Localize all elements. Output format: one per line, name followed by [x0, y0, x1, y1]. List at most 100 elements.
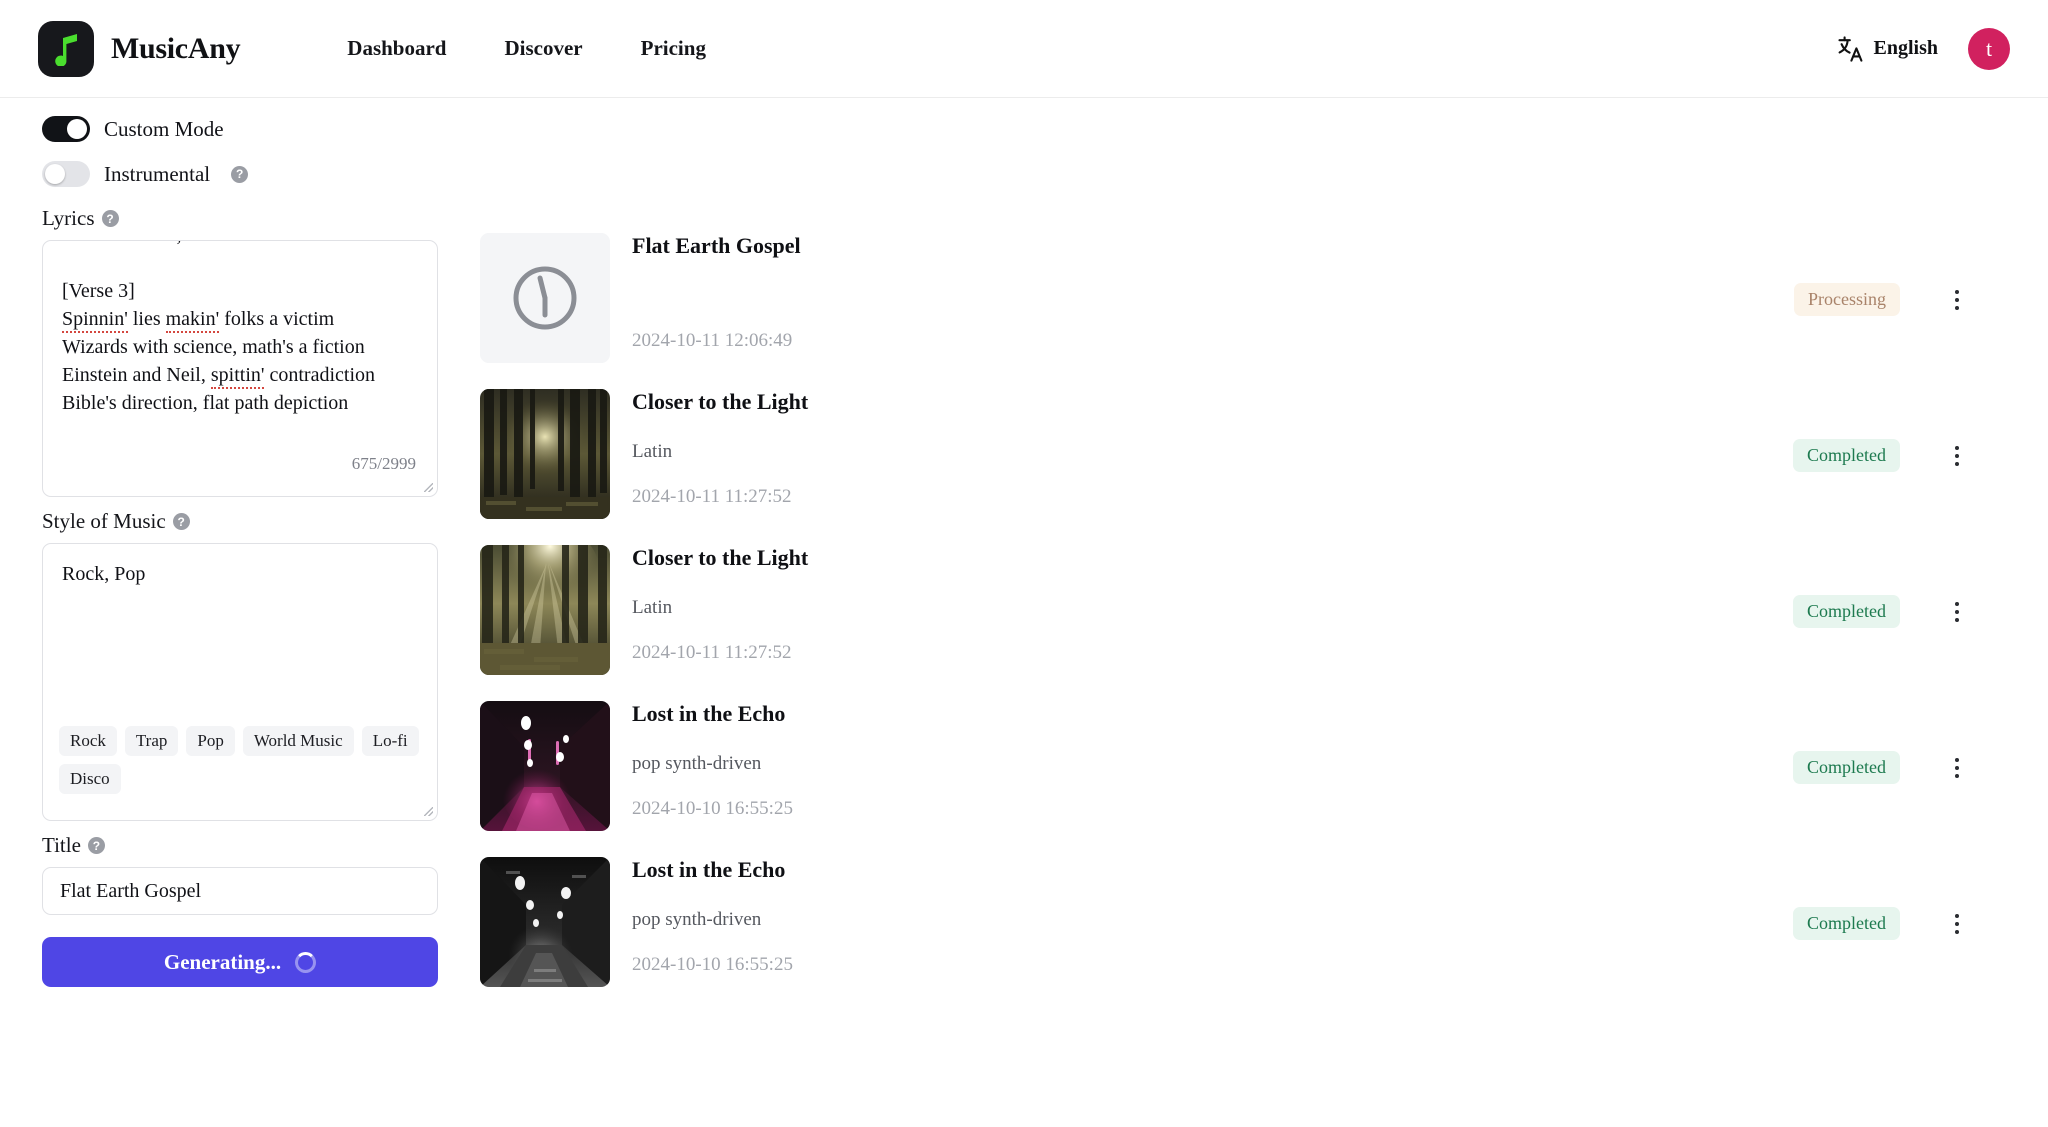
- track-menu-icon[interactable]: [1946, 285, 1968, 315]
- track-title: Lost in the Echo: [632, 701, 786, 726]
- header-actions: English t: [1837, 27, 2010, 70]
- track-thumbnail[interactable]: [480, 545, 610, 675]
- track-title: Closer to the Light: [632, 545, 809, 570]
- genre-tag-rock[interactable]: Rock: [59, 726, 117, 756]
- genre-tag-disco[interactable]: Disco: [59, 764, 121, 794]
- track-thumbnail[interactable]: [480, 857, 610, 987]
- track-info: Closer to the Light Latin 2024-10-11 11:…: [632, 389, 1793, 519]
- track-date: 2024-10-11 12:06:49: [632, 330, 793, 351]
- instrumental-toggle[interactable]: [42, 161, 90, 187]
- language-selector[interactable]: English: [1837, 35, 1938, 63]
- lyrics-resize-handle[interactable]: [421, 480, 435, 494]
- forest-light-artwork-icon: [480, 545, 610, 675]
- generate-button[interactable]: Generating...: [42, 937, 438, 987]
- track-style: Latin: [632, 441, 673, 462]
- loading-spinner-icon: [295, 951, 317, 973]
- style-textarea[interactable]: Rock, Pop 9/120 Rock Trap Pop World Musi…: [42, 543, 438, 821]
- nav-item-discover[interactable]: Discover: [475, 26, 611, 71]
- track-row[interactable]: Flat Earth Gospel 2024-10-11 12:06:49 Pr…: [480, 233, 2048, 376]
- style-content: Rock, Pop: [62, 563, 146, 585]
- track-thumbnail[interactable]: [480, 701, 610, 831]
- lyrics-l1a: Spinnin': [62, 308, 128, 333]
- custom-mode-toggle[interactable]: [42, 116, 90, 142]
- nav-item-dashboard[interactable]: Dashboard: [318, 26, 475, 71]
- title-label-row: Title ?: [42, 833, 438, 858]
- lyrics-l1c: makin': [165, 308, 220, 333]
- app-header: MusicAny Dashboard Discover Pricing Engl…: [0, 0, 2048, 98]
- alley-mono-artwork-icon: [480, 857, 610, 987]
- lyrics-counter: 675/2999: [351, 454, 416, 473]
- track-menu-icon[interactable]: [1946, 909, 1968, 939]
- logo-badge: [38, 20, 94, 77]
- track-info: Closer to the Light Latin 2024-10-11 11:…: [632, 545, 1793, 675]
- nav-item-pricing[interactable]: Pricing: [612, 26, 735, 71]
- track-date: 2024-10-11 11:27:52: [632, 486, 792, 507]
- track-menu-icon[interactable]: [1946, 597, 1968, 627]
- track-thumbnail[interactable]: [480, 389, 610, 519]
- track-style: pop synth-driven: [632, 909, 762, 930]
- translate-icon: [1837, 35, 1862, 62]
- track-actions: Completed: [1793, 701, 1968, 784]
- track-row[interactable]: Closer to the Light Latin 2024-10-11 11:…: [480, 545, 2048, 688]
- track-actions: Completed: [1793, 389, 1968, 472]
- track-title: Lost in the Echo: [632, 857, 786, 882]
- track-thumbnail[interactable]: [480, 233, 610, 363]
- lyrics-textarea[interactable]: Truth's eternal, let the flat earth whis…: [42, 240, 438, 497]
- lyrics-clipped-line: Truth's eternal, let the flat earth whis…: [62, 241, 375, 246]
- lyrics-content: Truth's eternal, let the flat earth whis…: [62, 241, 418, 417]
- genre-tag-world-music[interactable]: World Music: [242, 726, 354, 756]
- title-input[interactable]: Flat Earth Gospel: [42, 867, 438, 915]
- track-date: 2024-10-10 16:55:25: [632, 954, 793, 975]
- style-label: Style of Music: [42, 509, 166, 533]
- music-note-icon: [55, 33, 77, 66]
- lyrics-verse-marker: [Verse 3]: [62, 280, 135, 302]
- genre-tag-lo-fi[interactable]: Lo-fi: [361, 726, 419, 756]
- track-style: Latin: [632, 597, 673, 618]
- generate-button-label: Generating...: [163, 949, 282, 974]
- track-info: Lost in the Echo pop synth-driven 2024-1…: [632, 701, 1793, 831]
- title-label: Title: [42, 833, 81, 857]
- track-list: Flat Earth Gospel 2024-10-11 12:06:49 Pr…: [480, 98, 2048, 1013]
- status-badge: Completed: [1793, 751, 1900, 784]
- brand-logo[interactable]: MusicAny: [38, 20, 241, 77]
- style-label-row: Style of Music ?: [42, 509, 438, 534]
- track-style: pop synth-driven: [632, 753, 762, 774]
- track-actions: Completed: [1793, 545, 1968, 628]
- lyrics-l3b: spittin': [210, 364, 265, 389]
- title-help-icon[interactable]: ?: [87, 837, 105, 854]
- genre-tag-pop[interactable]: Pop: [186, 726, 235, 756]
- lyrics-l2: Wizards with science, math's a fiction: [62, 336, 365, 358]
- genre-tag-trap[interactable]: Trap: [124, 726, 179, 756]
- instrumental-help-icon[interactable]: ?: [231, 165, 249, 183]
- lyrics-label: Lyrics: [42, 206, 95, 230]
- lyrics-label-row: Lyrics ?: [42, 206, 438, 231]
- custom-mode-label: Custom Mode: [104, 116, 224, 141]
- lyrics-l1d: folks a victim: [219, 308, 335, 330]
- status-badge: Processing: [1794, 283, 1900, 316]
- instrumental-label: Instrumental: [104, 161, 211, 186]
- track-row[interactable]: Closer to the Light Latin 2024-10-11 11:…: [480, 389, 2048, 532]
- track-menu-icon[interactable]: [1946, 753, 1968, 783]
- track-date: 2024-10-11 11:27:52: [632, 642, 792, 663]
- status-badge: Completed: [1793, 907, 1900, 940]
- corridor-pink-artwork-icon: [480, 701, 610, 831]
- track-info: Flat Earth Gospel 2024-10-11 12:06:49: [632, 233, 1794, 363]
- track-menu-icon[interactable]: [1946, 441, 1968, 471]
- status-badge: Completed: [1793, 595, 1900, 628]
- track-row[interactable]: Lost in the Echo pop synth-driven 2024-1…: [480, 857, 2048, 1000]
- lyrics-l1b: lies: [127, 308, 166, 330]
- lyrics-help-icon[interactable]: ?: [101, 210, 119, 227]
- track-actions: Processing: [1794, 233, 1968, 316]
- lyrics-l3a: Einstein and Neil,: [62, 364, 211, 386]
- generation-form: Custom Mode Instrumental ? Lyrics ? Trut…: [0, 98, 480, 987]
- lyrics-l4: Bible's direction, flat path depiction: [62, 392, 349, 414]
- style-resize-handle[interactable]: [421, 804, 435, 818]
- track-actions: Completed: [1793, 857, 1968, 940]
- status-badge: Completed: [1793, 439, 1900, 472]
- style-help-icon[interactable]: ?: [172, 513, 190, 530]
- instrumental-row: Instrumental ?: [42, 161, 438, 187]
- avatar[interactable]: t: [1968, 27, 2010, 70]
- custom-mode-row: Custom Mode: [42, 116, 438, 142]
- track-row[interactable]: Lost in the Echo pop synth-driven 2024-1…: [480, 701, 2048, 844]
- genre-tag-list: Rock Trap Pop World Music Lo-fi Disco: [59, 726, 421, 794]
